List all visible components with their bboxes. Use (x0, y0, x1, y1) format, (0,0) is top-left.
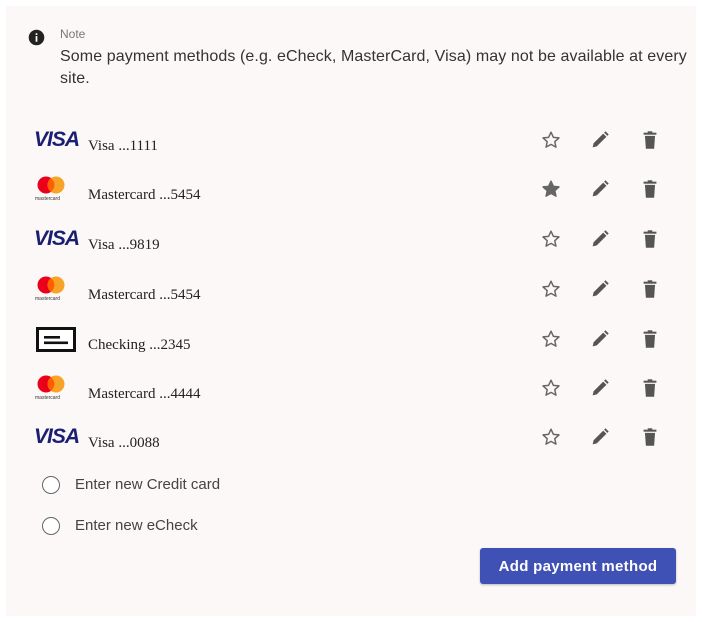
mastercard-logo: mastercard (34, 374, 68, 402)
radio-label: Enter new Credit card (75, 476, 221, 493)
trash-icon[interactable] (639, 228, 661, 250)
payment-method-label: Visa ...1111 (88, 138, 158, 154)
pencil-icon[interactable] (589, 426, 611, 448)
pencil-icon[interactable] (589, 377, 611, 399)
trash-icon[interactable] (639, 377, 661, 399)
payment-method-row[interactable]: mastercard Mastercard ...5454 (6, 173, 696, 213)
star-icon[interactable] (540, 228, 562, 250)
mastercard-wordmark: mastercard (35, 395, 61, 401)
payment-method-label: Mastercard ...5454 (88, 287, 201, 303)
payment-method-label: Mastercard ...4444 (88, 386, 201, 402)
payment-method-row[interactable]: mastercard Mastercard ...4444 (6, 372, 696, 412)
echeck-icon (36, 327, 76, 353)
pencil-icon[interactable] (589, 328, 611, 350)
pencil-icon[interactable] (589, 278, 611, 300)
visa-logo: VISA (34, 128, 80, 151)
trash-icon[interactable] (639, 278, 661, 300)
visa-logo: VISA (34, 227, 80, 250)
star-filled-icon[interactable] (540, 178, 562, 200)
payment-method-label: Visa ...0088 (88, 435, 160, 451)
mastercard-wordmark: mastercard (35, 196, 61, 202)
star-icon[interactable] (540, 328, 562, 350)
pencil-icon[interactable] (589, 129, 611, 151)
payment-method-row[interactable]: Checking ...2345 (6, 323, 696, 363)
payment-method-label: Mastercard ...5454 (88, 187, 201, 203)
note-text: Some payment methods (e.g. eCheck, Maste… (60, 48, 687, 87)
trash-icon[interactable] (639, 426, 661, 448)
star-icon[interactable] (540, 278, 562, 300)
radio-label: Enter new eCheck (75, 517, 198, 534)
payment-method-label: Visa ...9819 (88, 237, 160, 253)
trash-icon[interactable] (639, 129, 661, 151)
mastercard-logo: mastercard (34, 275, 68, 303)
payment-methods-panel: Note Some payment methods (e.g. eCheck, … (6, 6, 696, 616)
radio-button[interactable] (42, 476, 60, 494)
pencil-icon[interactable] (589, 228, 611, 250)
pencil-icon[interactable] (589, 178, 611, 200)
mastercard-logo: mastercard (34, 175, 68, 203)
payment-method-row[interactable]: VISA Visa ...1111 (6, 124, 696, 164)
add-payment-method-button[interactable]: Add payment method (480, 548, 676, 584)
radio-button[interactable] (42, 517, 60, 535)
trash-icon[interactable] (639, 328, 661, 350)
payment-method-row[interactable]: VISA Visa ...9819 (6, 223, 696, 263)
star-icon[interactable] (540, 426, 562, 448)
note-label: Note (60, 27, 86, 41)
mastercard-wordmark: mastercard (35, 296, 61, 302)
payment-method-row[interactable]: VISA Visa ...0088 (6, 421, 696, 461)
payment-method-label: Checking ...2345 (88, 337, 191, 353)
trash-icon[interactable] (639, 178, 661, 200)
star-icon[interactable] (540, 377, 562, 399)
star-icon[interactable] (540, 129, 562, 151)
info-icon (28, 29, 45, 46)
payment-method-row[interactable]: mastercard Mastercard ...5454 (6, 273, 696, 313)
visa-logo: VISA (34, 425, 80, 448)
